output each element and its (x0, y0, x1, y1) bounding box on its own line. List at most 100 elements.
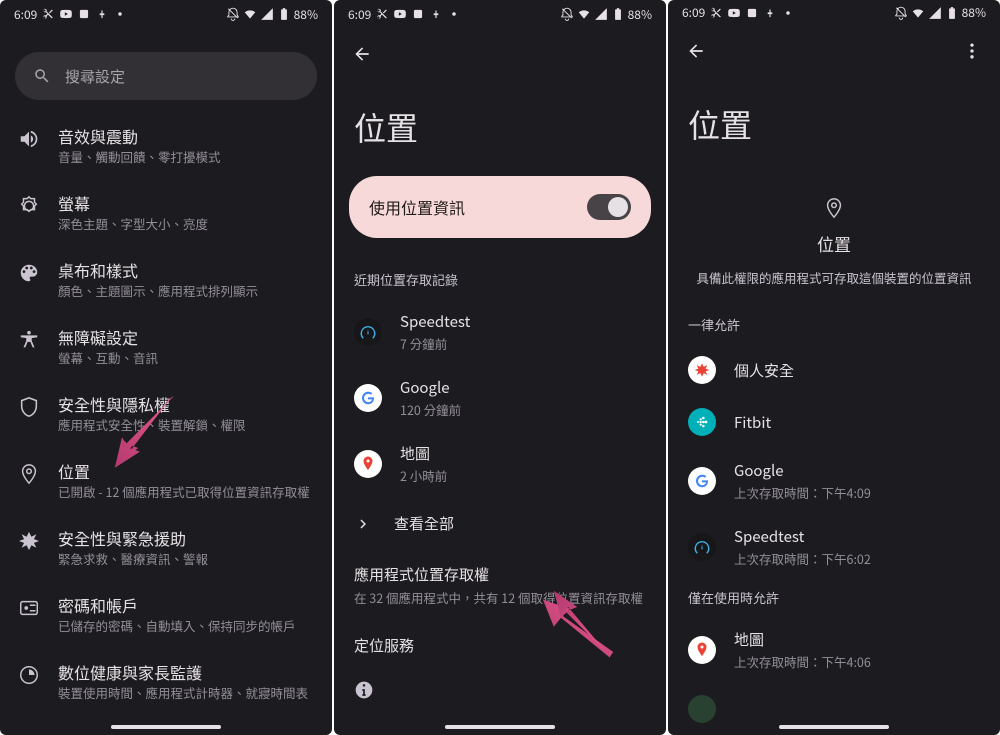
mute-icon (226, 7, 240, 21)
wallpaper-item[interactable]: 桌布和樣式顏色、主題圖示、應用程式排列顯示 (0, 246, 332, 313)
location-services-row[interactable]: 定位服務 (334, 621, 666, 670)
wellbeing-icon (18, 664, 40, 686)
clock: 6:09 (14, 6, 37, 23)
emergency-icon (18, 530, 40, 552)
app-google-3[interactable]: Google上次存取時間：下午4:09 (668, 448, 1000, 514)
page-title: 位置 (668, 71, 1000, 173)
app-maps-3[interactable]: 地圖上次存取時間：下午4:06 (668, 617, 1000, 683)
info-row (334, 670, 666, 715)
nav-pill[interactable] (779, 725, 889, 729)
clock: 6:09 (682, 4, 705, 21)
key-icon (763, 6, 777, 20)
see-all-button[interactable]: 查看全部 (334, 497, 666, 550)
location-settings-screen: 6:09 88% 位置 使用位置資訊 近期位置存取記錄 Speedtest7 分… (334, 0, 666, 735)
square-icon (411, 7, 425, 21)
app-speedtest[interactable]: Speedtest7 分鐘前 (334, 299, 666, 365)
location-pin-icon (823, 197, 845, 219)
youtube-icon (393, 7, 407, 21)
info-icon (354, 680, 374, 700)
settings-main-screen: 6:09 88% 搜尋設定 音效與震動音量、觸動回饋、零打擾模式 螢幕深色主題、… (0, 0, 332, 735)
battery-pct: 88% (628, 6, 652, 23)
app-personal-safety[interactable]: 個人安全 (668, 344, 1000, 396)
app-permissions-row[interactable]: 應用程式位置存取權 在 32 個應用程式中，共有 12 個取得位置資訊存取權 (334, 550, 666, 621)
permission-header: 位置 具備此權限的應用程式可存取這個裝置的位置資訊 (668, 173, 1000, 307)
search-settings[interactable]: 搜尋設定 (15, 52, 317, 100)
dot-icon (781, 6, 795, 20)
search-placeholder: 搜尋設定 (65, 66, 125, 87)
speedtest-icon (688, 533, 716, 561)
square-icon (745, 6, 759, 20)
settings-list: 音效與震動音量、觸動回饋、零打擾模式 螢幕深色主題、字型大小、亮度 桌布和樣式顏… (0, 112, 332, 735)
app-bar (668, 25, 1000, 71)
more-menu-button[interactable] (960, 39, 984, 63)
sound-item[interactable]: 音效與震動音量、觸動回饋、零打擾模式 (0, 112, 332, 179)
battery-pct: 88% (294, 6, 318, 23)
scissors-icon (375, 7, 389, 21)
scissors-icon (41, 7, 55, 21)
clock: 6:09 (348, 6, 371, 23)
display-item[interactable]: 螢幕深色主題、字型大小、亮度 (0, 179, 332, 246)
youtube-icon (59, 7, 73, 21)
youtube-icon (727, 6, 741, 20)
mute-icon (560, 7, 574, 21)
status-bar: 6:09 88% (0, 0, 332, 28)
security-item[interactable]: 安全性與隱私權應用程式安全性、裝置解鎖、權限 (0, 380, 332, 447)
recent-access-label: 近期位置存取記錄 (334, 262, 666, 299)
google-icon (688, 467, 716, 495)
mute-icon (894, 6, 908, 20)
battery-pct: 88% (962, 4, 986, 21)
nav-pill[interactable] (445, 725, 555, 729)
volume-icon (18, 128, 40, 150)
status-bar: 6:09 88% (668, 0, 1000, 25)
switch-on[interactable] (587, 194, 631, 220)
chevron-right-icon (354, 515, 372, 533)
app-speedtest-3[interactable]: Speedtest上次存取時間：下午6:02 (668, 514, 1000, 580)
square-icon (77, 7, 91, 21)
back-button[interactable] (350, 42, 374, 66)
speedtest-icon (354, 318, 382, 346)
maps-icon (688, 636, 716, 664)
google-icon (354, 384, 382, 412)
palette-icon (18, 262, 40, 284)
search-icon (33, 67, 51, 85)
signal-icon (928, 6, 942, 20)
nav-pill[interactable] (111, 725, 221, 729)
battery-icon (945, 6, 959, 20)
key-icon (95, 7, 109, 21)
key-icon (429, 7, 443, 21)
emergency-item[interactable]: 安全性與緊急援助緊急求救、醫療資訊、警報 (0, 514, 332, 581)
back-button[interactable] (684, 39, 708, 63)
location-icon (18, 463, 40, 485)
wifi-icon (911, 6, 925, 20)
shield-icon (18, 396, 40, 418)
app-bar (334, 28, 666, 74)
safety-icon (688, 356, 716, 384)
wifi-icon (577, 7, 591, 21)
brightness-icon (18, 195, 40, 217)
location-item[interactable]: 位置已開啟 - 12 個應用程式已取得位置資訊存取權 (0, 447, 332, 514)
accessibility-item[interactable]: 無障礙設定螢幕、互動、音訊 (0, 313, 332, 380)
passwords-item[interactable]: 密碼和帳戶已儲存的密碼、自動填入、保持同步的帳戶 (0, 581, 332, 648)
accessibility-icon (18, 329, 40, 351)
app-google[interactable]: Google120 分鐘前 (334, 365, 666, 431)
allowed-inuse-label: 僅在使用時允許 (668, 580, 1000, 617)
battery-icon (611, 7, 625, 21)
wellbeing-item[interactable]: 數位健康與家長監護裝置使用時間、應用程式計時器、就寢時間表 (0, 648, 332, 715)
wifi-icon (243, 7, 257, 21)
signal-icon (594, 7, 608, 21)
app-maps[interactable]: 地圖2 小時前 (334, 431, 666, 497)
page-title: 位置 (334, 74, 666, 176)
account-icon (18, 597, 40, 619)
scissors-icon (709, 6, 723, 20)
signal-icon (260, 7, 274, 21)
allowed-always-label: 一律允許 (668, 307, 1000, 344)
use-location-toggle[interactable]: 使用位置資訊 (349, 176, 651, 238)
dot-icon (447, 7, 461, 21)
status-bar: 6:09 88% (334, 0, 666, 28)
unknown-app-icon (688, 695, 716, 723)
app-fitbit[interactable]: Fitbit (668, 396, 1000, 448)
fitbit-icon (688, 408, 716, 436)
maps-icon (354, 450, 382, 478)
battery-icon (277, 7, 291, 21)
dot-icon (113, 7, 127, 21)
